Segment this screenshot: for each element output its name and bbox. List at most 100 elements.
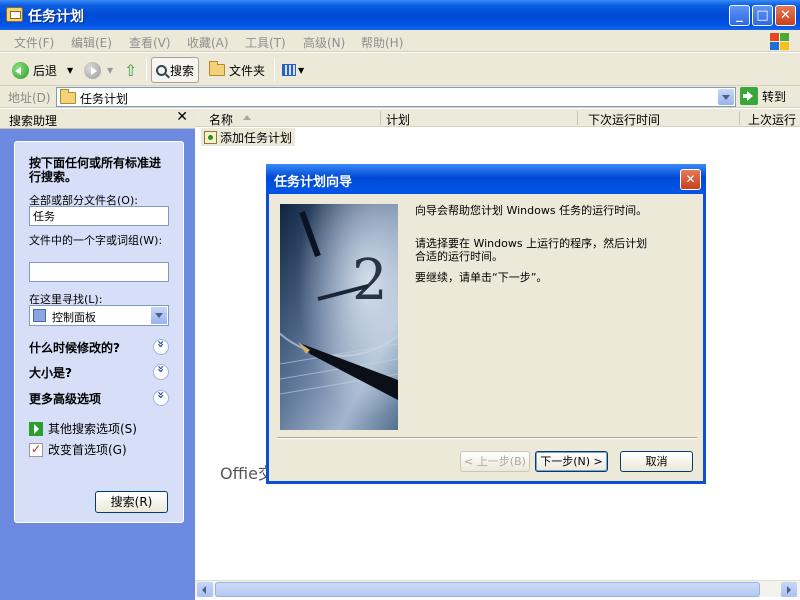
- phrase-input[interactable]: [29, 262, 169, 282]
- go-button[interactable]: 转到: [740, 87, 786, 105]
- search-pane-header: 搜索助理 ✕: [0, 109, 195, 129]
- other-search-options-label: 其他搜索选项(S): [48, 422, 137, 436]
- add-task-icon: [204, 130, 217, 144]
- lookin-value: 控制面板: [52, 311, 96, 324]
- close-pane-icon[interactable]: ✕: [176, 109, 188, 125]
- advanced-options-expander[interactable]: 更多高级选项: [29, 390, 169, 408]
- checklist-icon: [29, 442, 43, 457]
- wizard-instruction-text: 请选择要在 Windows 上运行的程序，然后计划合适的运行时间。: [415, 237, 648, 263]
- filename-input[interactable]: [29, 206, 169, 226]
- scheduled-task-wizard-dialog: 任务计划向导 ✕ 2 向导会帮助您计划 Windows 任务的运行时间。 请选择…: [266, 164, 706, 484]
- cancel-button[interactable]: 取消: [620, 451, 693, 472]
- chevron-down-icon[interactable]: ▼: [67, 66, 73, 75]
- menu-tools[interactable]: 工具(T): [245, 34, 286, 51]
- change-preferences-label: 改变首选项(G): [48, 443, 127, 457]
- search-button[interactable]: 搜索: [151, 57, 200, 83]
- wizard-continue-text: 要继续，请单击“下一步”。: [415, 271, 548, 284]
- menu-help[interactable]: 帮助(H): [361, 34, 403, 51]
- other-search-options-link[interactable]: 其他搜索选项(S): [29, 420, 137, 437]
- column-last-run[interactable]: 上次运行: [748, 111, 796, 128]
- advanced-options-label: 更多高级选项: [29, 392, 102, 406]
- search-companion-pane: 搜索助理 ✕ 按下面任何或所有标准进行搜索。 全部或部分文件名(O): 文件中的…: [0, 109, 195, 600]
- scheduled-tasks-icon: [6, 7, 23, 22]
- dialog-close-button[interactable]: ✕: [680, 169, 701, 190]
- column-divider[interactable]: [380, 111, 381, 125]
- forward-arrow-icon: [84, 61, 101, 79]
- dialog-separator: [277, 437, 697, 439]
- arrow-right-icon: [29, 421, 43, 436]
- search-intro: 按下面任何或所有标准进行搜索。: [29, 156, 162, 184]
- close-button[interactable]: ✕: [775, 5, 796, 26]
- expand-chevron-icon[interactable]: [153, 390, 169, 406]
- up-folder-icon[interactable]: ⇧: [124, 57, 137, 83]
- search-criteria-box: 按下面任何或所有标准进行搜索。 全部或部分文件名(O): 文件中的一个字或词组(…: [14, 141, 184, 523]
- lookin-select[interactable]: 控制面板: [29, 305, 169, 326]
- toolbar-separator: [146, 59, 147, 81]
- go-arrow-icon: [740, 87, 758, 105]
- address-dropdown-button[interactable]: [718, 89, 734, 105]
- address-label: 地址(D): [8, 91, 51, 105]
- go-label: 转到: [762, 89, 787, 104]
- size-label: 大小是?: [29, 366, 72, 380]
- when-modified-label: 什么时候修改的?: [29, 341, 120, 355]
- title-bar: 任务计划 _ □ ✕: [0, 0, 800, 30]
- back-label: 后退: [33, 63, 58, 78]
- folders-button[interactable]: 文件夹: [209, 57, 265, 83]
- back-arrow-icon: [12, 61, 29, 79]
- toolbar-separator: [274, 59, 275, 81]
- column-name[interactable]: 名称: [209, 111, 233, 128]
- change-preferences-link[interactable]: 改变首选项(G): [29, 441, 127, 458]
- search-submit-button[interactable]: 搜索(R): [95, 491, 168, 513]
- expand-chevron-icon[interactable]: [153, 339, 169, 355]
- size-expander[interactable]: 大小是?: [29, 364, 169, 382]
- phrase-label: 文件中的一个字或词组(W):: [29, 234, 163, 247]
- menu-file[interactable]: 文件(F): [14, 34, 54, 51]
- toolbar: 后退 ▼ ▼ ⇧ 搜索 文件夹 ▼: [0, 53, 800, 86]
- list-item-label: 添加任务计划: [220, 130, 293, 145]
- address-bar: 地址(D) 任务计划 转到: [0, 86, 800, 108]
- menu-edit[interactable]: 编辑(E): [71, 34, 112, 51]
- chevron-down-icon[interactable]: [151, 307, 167, 324]
- maximize-button[interactable]: □: [752, 5, 773, 26]
- folder-icon: [60, 89, 76, 104]
- menu-favorites[interactable]: 收藏(A): [187, 34, 229, 51]
- search-pane-title: 搜索助理: [9, 114, 58, 128]
- column-next-run[interactable]: 下次运行时间: [588, 111, 660, 128]
- back-button[interactable]: 后退 ▼: [12, 57, 73, 83]
- column-schedule[interactable]: 计划: [386, 111, 410, 128]
- expand-chevron-icon[interactable]: [153, 364, 169, 380]
- column-divider[interactable]: [577, 111, 578, 125]
- search-label: 搜索: [170, 63, 195, 78]
- chevron-down-icon: ▼: [298, 65, 305, 75]
- menu-view[interactable]: 查看(V): [129, 34, 171, 51]
- views-button[interactable]: ▼: [282, 57, 304, 83]
- views-icon: [282, 64, 296, 76]
- column-header-row: 名称 计划 下次运行时间 上次运行: [195, 109, 800, 127]
- horizontal-scrollbar[interactable]: [195, 580, 800, 597]
- wizard-clock-pen-image: 2: [280, 204, 398, 430]
- scrollbar-thumb[interactable]: [215, 582, 760, 597]
- address-field[interactable]: 任务计划: [56, 87, 736, 107]
- windows-logo-icon: [766, 31, 792, 51]
- dialog-title-bar: 任务计划向导 ✕: [266, 164, 706, 194]
- wizard-intro-text: 向导会帮助您计划 Windows 任务的运行时间。: [415, 204, 648, 217]
- minimize-button[interactable]: _: [729, 5, 750, 26]
- scroll-left-icon[interactable]: [197, 582, 213, 597]
- scroll-right-icon[interactable]: [781, 582, 797, 597]
- back-step-button[interactable]: < 上一步(B): [460, 451, 530, 472]
- folders-label: 文件夹: [229, 63, 266, 78]
- column-divider[interactable]: [739, 111, 740, 125]
- svg-text:2: 2: [352, 248, 388, 313]
- next-step-button[interactable]: 下一步(N) >: [535, 451, 608, 472]
- control-panel-icon: [33, 309, 46, 322]
- when-modified-expander[interactable]: 什么时候修改的?: [29, 339, 169, 357]
- list-item[interactable]: 添加任务计划: [201, 128, 296, 146]
- forward-button[interactable]: ▼: [84, 57, 113, 83]
- chevron-down-icon[interactable]: ▼: [107, 66, 113, 75]
- sort-ascending-icon: [243, 115, 251, 120]
- dialog-title: 任务计划向导: [274, 175, 353, 190]
- menu-advanced[interactable]: 高级(N): [303, 34, 345, 51]
- folder-icon: [209, 61, 225, 76]
- search-icon: [156, 64, 167, 76]
- address-value: 任务计划: [80, 92, 129, 106]
